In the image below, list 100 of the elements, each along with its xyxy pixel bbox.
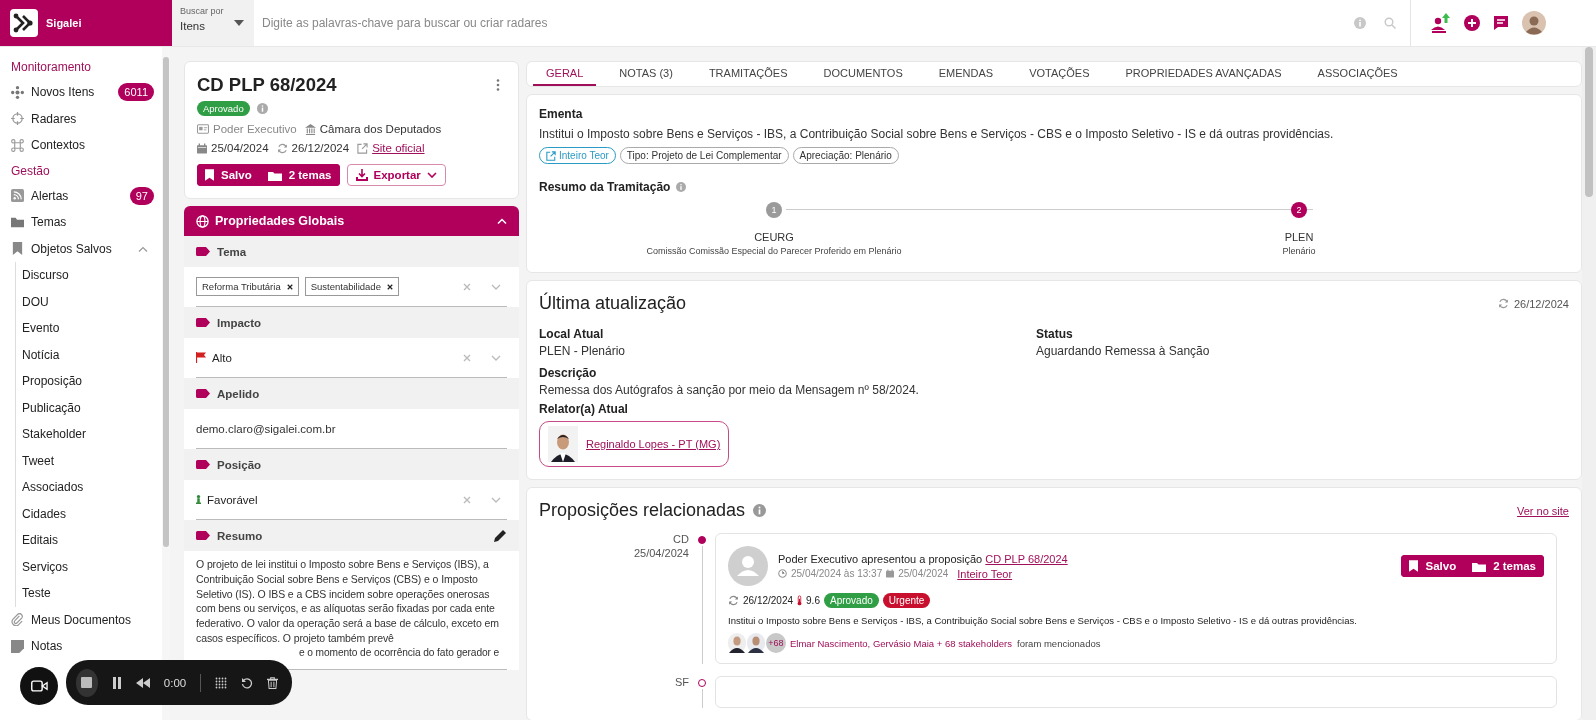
pause-icon[interactable] [111, 676, 122, 689]
sidebar-subitem[interactable]: DOU [16, 288, 162, 315]
section-heading: Resumo da Tramitação [539, 180, 671, 194]
remove-icon[interactable] [386, 283, 393, 290]
reset-icon[interactable] [241, 676, 253, 689]
tab[interactable]: VOTAÇÕES [1016, 62, 1103, 86]
sidebar-subitem[interactable]: Publicação [16, 394, 162, 421]
stop-button[interactable] [76, 668, 98, 697]
bookmark-icon [1409, 560, 1419, 572]
stakeholders-link[interactable]: Elmar Nascimento, Gervásio Maia + 68 stakeholders [790, 637, 1013, 649]
field-label: Impacto [217, 316, 263, 329]
info-icon[interactable] [753, 504, 767, 517]
add-icon[interactable] [1464, 15, 1480, 31]
flag-icon [196, 352, 206, 363]
video-camera-icon [30, 680, 48, 692]
sidebar-item[interactable]: Contextos [11, 132, 162, 159]
tab[interactable]: DOCUMENTOS [810, 62, 916, 86]
refresh-icon [728, 595, 739, 606]
recording-time: 0:00 [163, 676, 187, 689]
tab[interactable]: ASSOCIAÇÕES [1304, 62, 1411, 86]
sidebar-subitem[interactable]: Teste [16, 580, 162, 607]
clock-icon [778, 569, 787, 578]
field-label: Resumo [217, 529, 264, 542]
chat-icon[interactable] [1493, 15, 1509, 31]
event-text: Poder Executivo apresentou a proposição [778, 552, 983, 565]
globe-icon [196, 214, 209, 228]
document-link[interactable]: Inteiro Teor [957, 567, 1013, 580]
tab[interactable]: PROPRIEDADES AVANÇADAS [1112, 62, 1295, 86]
summary-text: e o momento de ocorrência do fato gerador e [298, 645, 501, 660]
sidebar-item[interactable]: Novos Itens 6011 [11, 79, 162, 106]
logo-icon[interactable] [10, 9, 38, 37]
person-upload-icon[interactable] [1429, 12, 1451, 34]
bookmark-icon [11, 242, 24, 256]
sidebar-subitem[interactable]: Stakeholder [16, 421, 162, 448]
count-badge: 6011 [118, 83, 154, 102]
mention-text: foram mencionados [1017, 637, 1101, 649]
tab[interactable]: GERAL [533, 62, 597, 86]
user-avatar[interactable] [1522, 11, 1546, 35]
id-card-icon [197, 124, 209, 134]
search-field[interactable]: Digite as palavras-chave para buscar ou criar radares [260, 15, 1336, 31]
step-name: Comissão Comissão Especial do Parecer Proferido em Plenário [646, 246, 902, 256]
sidebar-subitem[interactable]: Serviços [16, 553, 162, 580]
rss-icon [11, 189, 24, 203]
tag-icon [196, 389, 210, 398]
scrollbar-thumb[interactable] [163, 57, 169, 547]
sidebar-subitem[interactable]: Tweet [16, 447, 162, 474]
note-icon [11, 639, 24, 653]
panel-header[interactable]: Propriedades Globais [184, 206, 519, 236]
updated-date: 26/12/2024 [743, 595, 794, 606]
folder-icon [267, 169, 282, 181]
more-icon[interactable] [496, 79, 500, 91]
nickname-field[interactable]: demo.claro@sigalei.com.br [196, 422, 507, 435]
tab[interactable]: TRAMITAÇÕES [695, 62, 801, 86]
sidebar-item[interactable]: Radares [11, 105, 162, 132]
rewind-icon[interactable] [135, 677, 150, 688]
tab[interactable]: NOTAS (3) [606, 62, 686, 86]
folder-icon [1472, 560, 1487, 572]
rapporteur-card[interactable]: Reginaldo Lopes - PT (MG) [539, 421, 730, 467]
remove-icon[interactable] [286, 283, 293, 290]
search-scope-select[interactable]: Buscar por Itens [170, 0, 254, 46]
grid-icon[interactable] [215, 676, 227, 689]
export-button[interactable]: Exportar [346, 164, 446, 186]
sidebar-subitem[interactable]: Proposição [16, 368, 162, 395]
sidebar-item[interactable]: Alertas 97 [11, 182, 162, 209]
field-value: Remessa dos Autógrafos à sanção por meio da Mensagem nº 58/2024. [539, 383, 920, 397]
pencil-icon[interactable] [493, 528, 507, 543]
external-link-icon [357, 142, 369, 154]
summary-text: Institui o Imposto sobre Bens e Serviços - IBS, a Contribuição Social sobre Bens e Serviços - CBS e o Imposto Seletivo - IS e dá outras providências. [728, 615, 1358, 626]
step-code: CEURG [754, 231, 794, 243]
more-count-avatar[interactable]: +68 [766, 633, 786, 653]
sidebar-subitem[interactable]: Evento [16, 315, 162, 342]
sidebar-subitem[interactable]: Notícia [16, 341, 162, 368]
step-marker: 2 [1291, 202, 1307, 218]
sidebar-subitem[interactable]: Cidades [16, 500, 162, 527]
trash-icon[interactable] [267, 676, 278, 689]
sidebar-subitem[interactable]: Discurso [16, 262, 162, 289]
caret-icon[interactable] [234, 20, 244, 26]
official-site-link[interactable]: Site oficial [372, 142, 425, 154]
chevron-down-icon [426, 172, 437, 178]
calendar-icon [886, 569, 895, 578]
view-on-site-link[interactable]: Ver no site [1517, 504, 1569, 517]
count-badge: 97 [129, 186, 154, 205]
clip-icon [11, 613, 24, 627]
sidebar-item[interactable]: Objetos Salvos [11, 235, 162, 262]
step-name: Plenário [1282, 246, 1316, 256]
tag-chip: Reforma Tributária [196, 277, 299, 296]
sidebar-item[interactable]: Temas [11, 209, 162, 236]
field-label: Local Atual [539, 327, 605, 341]
refresh-icon [276, 142, 288, 154]
field-label: Descrição [539, 366, 598, 380]
rapporteur-link[interactable]: Reginaldo Lopes - PT (MG) [586, 438, 721, 450]
tab[interactable]: EMENDAS [925, 62, 1007, 86]
sidebar-subitem[interactable]: Editais [16, 527, 162, 554]
external-link-icon [546, 150, 556, 161]
proposition-link[interactable]: CD PLP 68/2024 [985, 552, 1068, 565]
sidebar-subitem[interactable]: Associados [16, 474, 162, 501]
field-label: Tema [217, 245, 248, 258]
sidebar-item[interactable]: Meus Documentos [11, 606, 162, 633]
sidebar-item[interactable]: Notas [11, 633, 162, 660]
scrollbar-thumb[interactable] [1585, 47, 1593, 197]
